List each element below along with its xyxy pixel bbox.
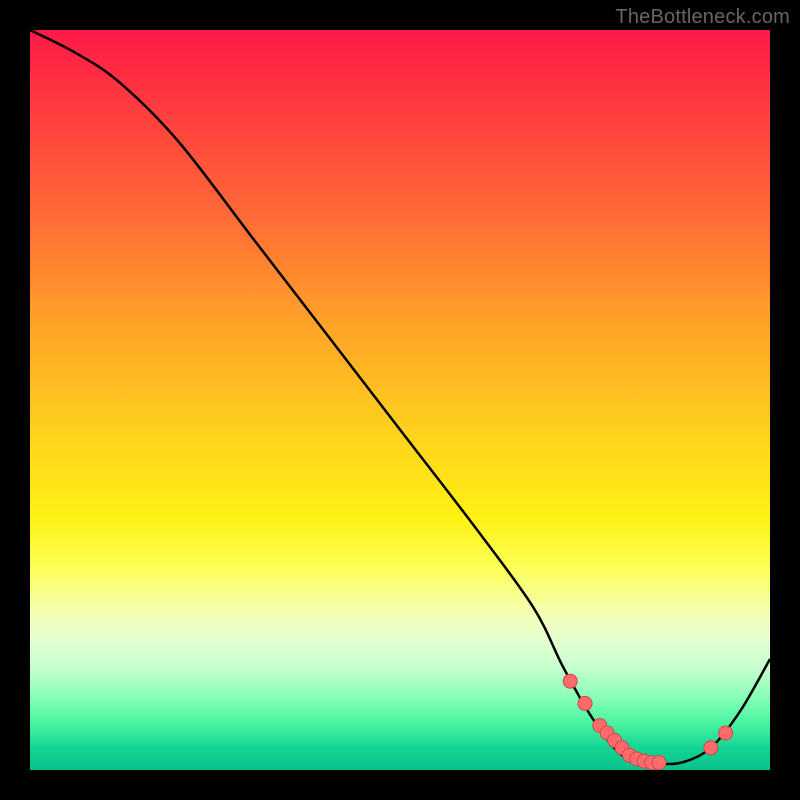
plot-area [30, 30, 770, 770]
bottleneck-curve [30, 30, 770, 764]
marker-point [704, 741, 718, 755]
curve-svg [30, 30, 770, 770]
marker-point [652, 756, 666, 770]
marker-point [578, 696, 592, 710]
chart-frame: TheBottleneck.com [0, 0, 800, 800]
watermark-text: TheBottleneck.com [615, 6, 790, 29]
highlight-markers [563, 674, 732, 769]
marker-point [719, 726, 733, 740]
marker-point [563, 674, 577, 688]
